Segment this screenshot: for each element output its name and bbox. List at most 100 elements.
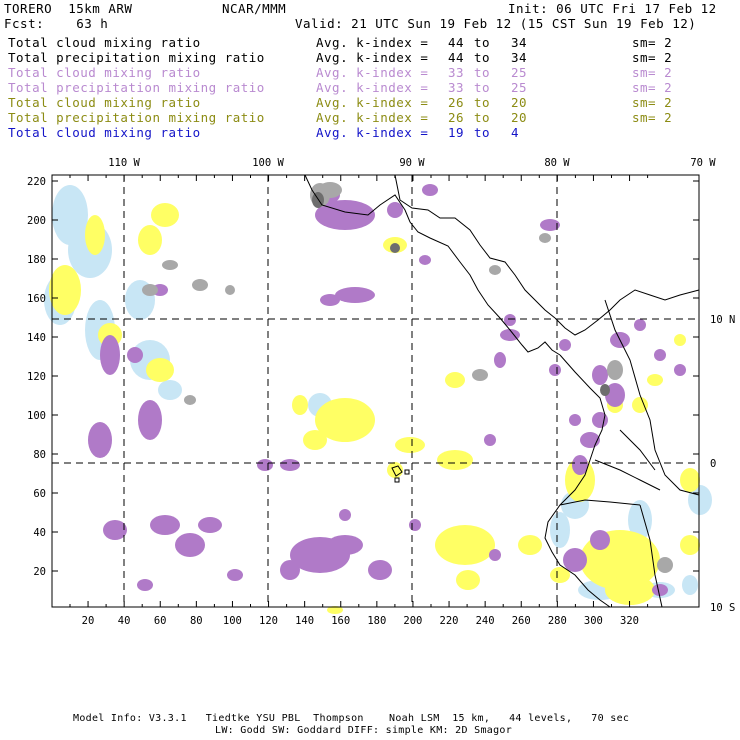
y-tick-label: 100	[27, 410, 46, 422]
cloud-purple	[280, 459, 300, 471]
cloud-yellow	[456, 570, 480, 590]
x-tick-label: 240	[476, 615, 495, 627]
cloud-gray	[225, 285, 235, 295]
latitude-label: 10 S	[710, 602, 735, 614]
cloud-lightblue	[682, 575, 698, 595]
longitude-label: 110 W	[108, 157, 140, 169]
cloud-purple	[368, 560, 392, 580]
cloud-gray	[162, 260, 178, 270]
x-tick-label: 60	[154, 615, 167, 627]
cloud-yellow	[437, 450, 473, 470]
longitude-label: 100 W	[252, 157, 284, 169]
y-tick-label: 40	[33, 527, 46, 539]
cloud-gray	[657, 557, 673, 573]
x-tick-label: 300	[584, 615, 603, 627]
cloud-yellow	[674, 334, 686, 346]
cloud-purple	[387, 202, 403, 218]
cloud-purple	[494, 352, 506, 368]
cloud-purple	[569, 414, 581, 426]
coastline	[394, 174, 556, 319]
coastline	[404, 469, 410, 475]
longitude-label: 80 W	[544, 157, 570, 169]
cloud-yellow	[445, 372, 465, 388]
cloud-purple	[327, 535, 363, 555]
cloud-purple	[227, 569, 243, 581]
cloud-yellow	[435, 525, 495, 565]
x-tick-label: 280	[548, 615, 567, 627]
cloud-yellow	[632, 397, 648, 413]
cloud-purple	[257, 459, 273, 471]
cloud-purple	[674, 364, 686, 376]
cloud-purple	[198, 517, 222, 533]
y-tick-label: 140	[27, 332, 46, 344]
cloud-purple	[137, 579, 153, 591]
cloud-purple	[335, 287, 375, 303]
cloud-purple	[103, 520, 127, 540]
longitude-label: 90 W	[399, 157, 425, 169]
cloud-purple	[549, 364, 561, 376]
cloud-yellow	[146, 358, 174, 382]
cloud-purple	[175, 533, 205, 557]
footer-physics: LW: Godd SW: Goddard DIFF: simple KM: 2D…	[215, 725, 513, 736]
cloud-purple	[127, 347, 143, 363]
y-tick-label: 60	[33, 488, 46, 500]
y-tick-label: 180	[27, 254, 46, 266]
cloud-darkgray	[600, 384, 610, 396]
cloud-purple	[484, 434, 496, 446]
x-tick-label: 220	[440, 615, 459, 627]
cloud-lightblue	[158, 380, 182, 400]
cloud-yellow	[151, 203, 179, 227]
cloud-purple	[592, 365, 608, 385]
cloud-yellow	[395, 437, 425, 453]
cloud-purple	[422, 184, 438, 196]
cloud-lightblue	[550, 512, 570, 548]
x-tick-label: 80	[190, 615, 203, 627]
cloud-yellow	[680, 468, 700, 492]
y-tick-label: 160	[27, 293, 46, 305]
cloud-gray	[607, 360, 623, 380]
x-tick-label: 160	[331, 615, 350, 627]
latitude-label: 10 N	[710, 314, 735, 326]
x-tick-label: 140	[295, 615, 314, 627]
x-tick-label: 180	[367, 615, 386, 627]
cloud-gray	[472, 369, 488, 381]
x-tick-label: 200	[403, 615, 422, 627]
cloud-purple	[339, 509, 351, 521]
cloud-yellow	[647, 374, 663, 386]
cloud-purple	[592, 412, 608, 428]
cloud-gray	[142, 284, 158, 296]
x-tick-label: 40	[118, 615, 131, 627]
cloud-yellow	[303, 430, 327, 450]
cloud-yellow	[605, 575, 655, 605]
cloud-yellow	[138, 225, 162, 255]
y-tick-label: 80	[33, 449, 46, 461]
y-tick-label: 200	[27, 215, 46, 227]
y-tick-label: 220	[27, 176, 46, 188]
coastline	[394, 477, 400, 483]
cloud-purple	[88, 422, 112, 458]
coastline	[619, 429, 656, 471]
cloud-purple	[280, 560, 300, 580]
x-tick-label: 320	[620, 615, 639, 627]
cloud-yellow	[49, 265, 81, 315]
y-tick-label: 120	[27, 371, 46, 383]
cloud-darkgray	[390, 243, 400, 253]
x-tick-label: 120	[259, 615, 278, 627]
cloud-gray	[192, 279, 208, 291]
cloud-purple	[320, 294, 340, 306]
cloud-purple	[409, 519, 421, 531]
cloud-purple	[654, 349, 666, 361]
cloud-yellow	[85, 215, 105, 255]
cloud-purple	[634, 319, 646, 331]
cloud-purple	[590, 530, 610, 550]
cloud-gray	[539, 233, 551, 243]
cloud-yellow	[518, 535, 542, 555]
longitude-label: 70 W	[690, 157, 716, 169]
cloud-purple	[652, 584, 668, 596]
cloud-purple	[150, 515, 180, 535]
cloud-purple	[489, 549, 501, 561]
cloud-purple	[100, 335, 120, 375]
cloud-gray	[184, 395, 196, 405]
cloud-purple	[563, 548, 587, 572]
cloud-yellow	[680, 535, 700, 555]
